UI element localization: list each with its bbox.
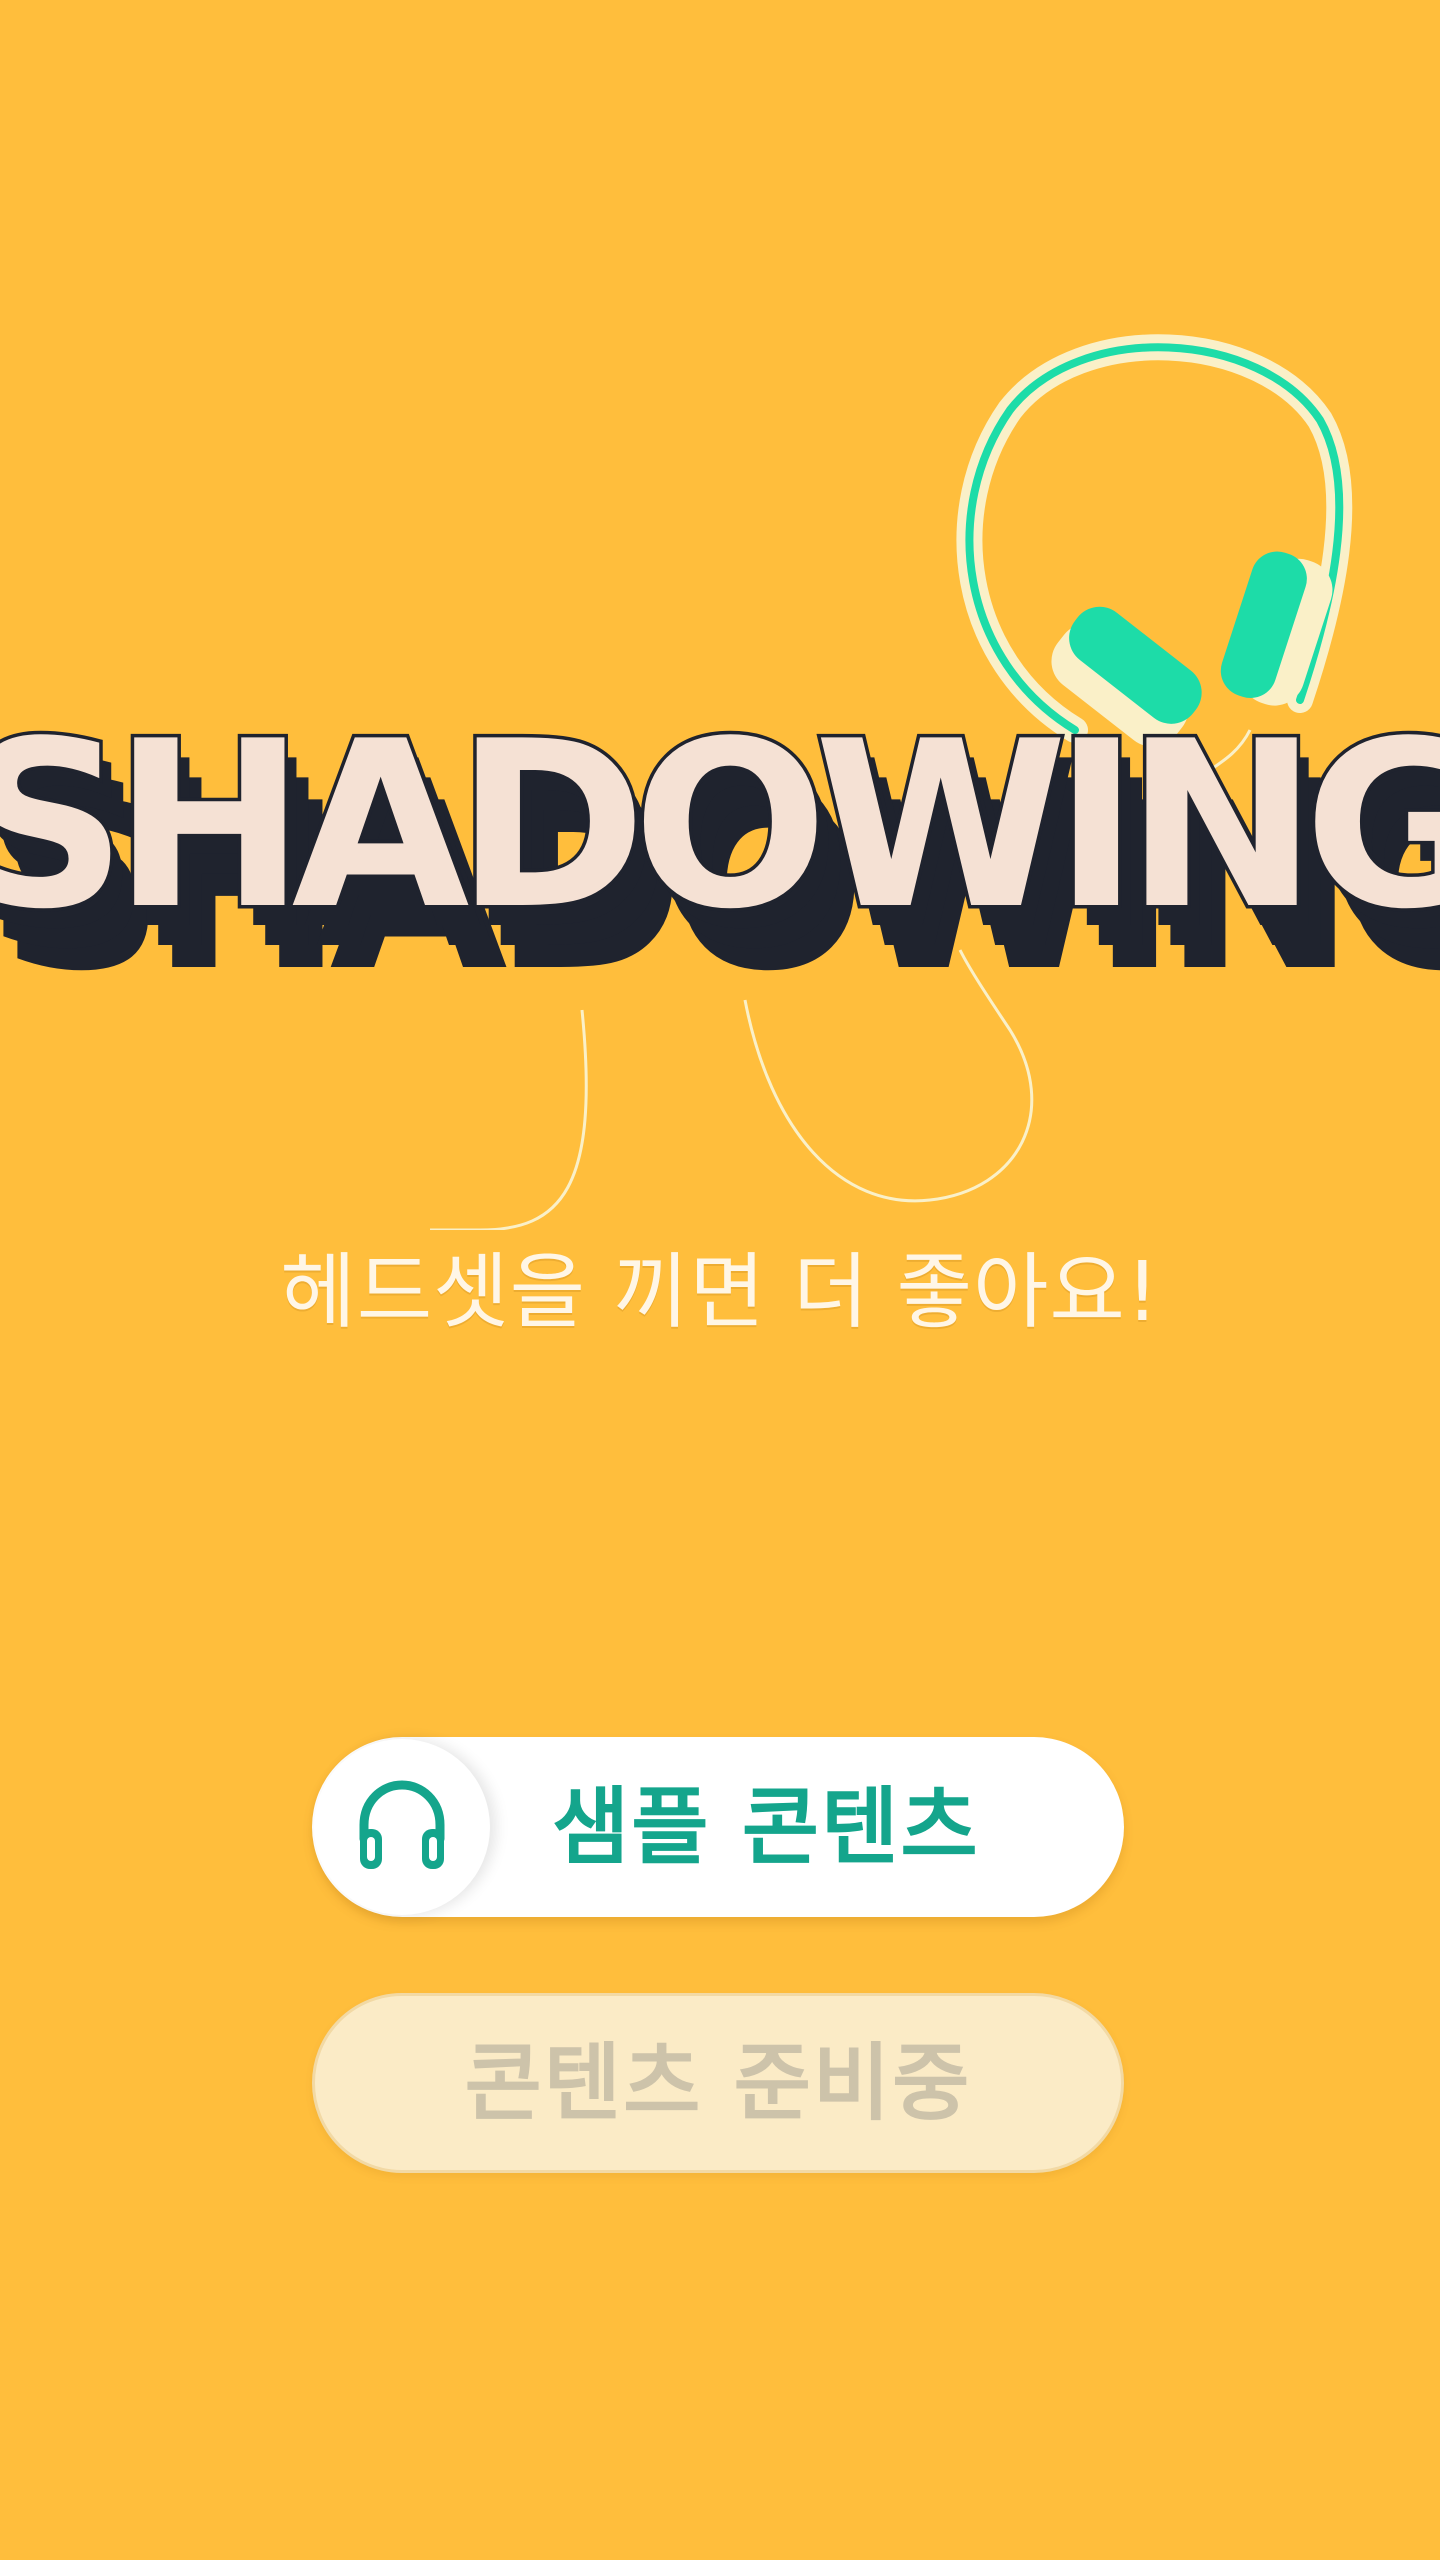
logo-text: SHADOWING <box>0 693 1440 960</box>
shadowing-logo: SHADOWING SHADOWING SHADOWING SHADOWING <box>0 330 1440 1230</box>
headphones-icon-badge <box>314 1739 490 1915</box>
sample-content-button[interactable]: 샘플 콘텐츠 <box>312 1737 1124 1917</box>
coming-soon-label: 콘텐츠 준비중 <box>464 2034 972 2132</box>
headphones-icon <box>359 1780 445 1869</box>
intro-screen: SHADOWING SHADOWING SHADOWING SHADOWING … <box>0 0 1440 2560</box>
headphones-logo-illustration: SHADOWING SHADOWING SHADOWING SHADOWING <box>0 334 1440 1230</box>
coming-soon-button[interactable]: 콘텐츠 준비중 <box>312 1993 1124 2173</box>
sample-content-label: 샘플 콘텐츠 <box>552 1778 980 1876</box>
headset-tip-text: 헤드셋을 끼면 더 좋아요! <box>280 1245 1160 1340</box>
